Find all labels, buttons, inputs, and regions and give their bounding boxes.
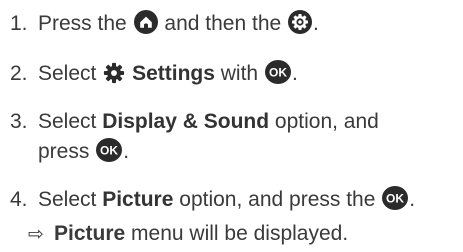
step-text: . bbox=[123, 140, 130, 163]
step-number: 1. bbox=[10, 12, 28, 35]
settings-label: Settings bbox=[132, 62, 215, 85]
step-text: press bbox=[38, 140, 90, 163]
svg-text:OK: OK bbox=[386, 192, 404, 206]
picture-menu-label: Picture bbox=[54, 222, 126, 245]
step-text: option, and bbox=[274, 110, 379, 133]
svg-text:OK: OK bbox=[269, 66, 287, 80]
step-text: Press the bbox=[38, 12, 127, 35]
step-text: . bbox=[313, 12, 319, 35]
step-number: 2. bbox=[10, 62, 28, 85]
step-text: option, and press the bbox=[179, 188, 376, 211]
step-4-result: ⇨ Picture menu will be displayed. bbox=[28, 220, 348, 248]
step-text: . bbox=[291, 62, 298, 85]
ok-button-icon: OK bbox=[96, 138, 123, 162]
home-button-icon bbox=[133, 10, 158, 34]
step-1: 1. Press the and then the . bbox=[10, 10, 319, 37]
step-3-continued: press OK . bbox=[38, 138, 129, 165]
step-text: and then the bbox=[164, 12, 282, 35]
step-text: Select bbox=[38, 62, 97, 85]
ok-button-icon: OK bbox=[264, 60, 291, 84]
display-sound-label: Display & Sound bbox=[102, 110, 270, 133]
step-3: 3. Select Display & Sound option, and bbox=[10, 108, 379, 135]
step-2: 2. Select Settings with OK . bbox=[10, 60, 298, 87]
step-text: . bbox=[409, 188, 416, 211]
step-number: 3. bbox=[10, 110, 28, 133]
gear-icon bbox=[103, 62, 125, 84]
step-text: Select bbox=[38, 188, 97, 211]
step-number: 4. bbox=[10, 188, 28, 211]
step-text: Select bbox=[38, 110, 97, 133]
step-4: 4. Select Picture option, and press the O… bbox=[10, 186, 415, 213]
result-arrow-icon: ⇨ bbox=[28, 224, 44, 245]
result-text: menu will be displayed. bbox=[131, 222, 349, 245]
ok-button-icon: OK bbox=[382, 186, 409, 210]
picture-label: Picture bbox=[102, 188, 174, 211]
step-text: with bbox=[220, 62, 259, 85]
settings-button-icon bbox=[288, 10, 313, 34]
svg-text:OK: OK bbox=[100, 144, 118, 158]
